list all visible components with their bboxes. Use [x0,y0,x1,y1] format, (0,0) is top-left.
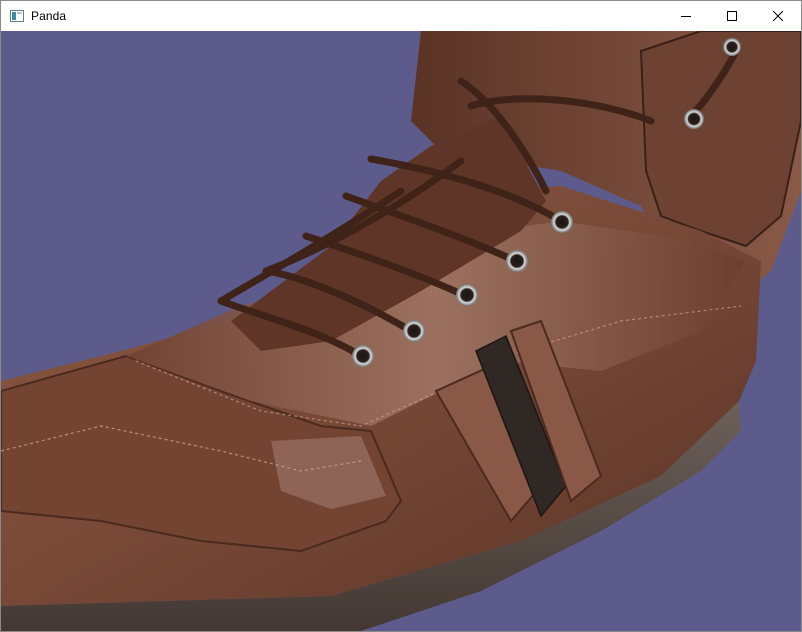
minimize-icon [681,16,691,17]
eyelet [456,284,478,306]
eyelet [403,320,425,342]
eyelet [723,38,741,56]
eyelet [506,250,528,272]
eyelet [551,211,573,233]
panda-window-icon[interactable] [9,8,25,24]
eyelet [684,109,704,129]
close-button[interactable] [755,1,801,31]
title-bar[interactable]: Panda [1,1,801,31]
eyelet [352,345,374,367]
render-viewport[interactable] [1,31,801,631]
minimize-button[interactable] [663,1,709,31]
window-controls [663,1,801,31]
scene-canvas [1,31,801,631]
maximize-button[interactable] [709,1,755,31]
app-window: Panda [0,0,802,632]
collar-padding [639,31,801,248]
close-icon [773,11,783,21]
window-title: Panda [31,9,67,23]
maximize-icon [727,11,737,21]
